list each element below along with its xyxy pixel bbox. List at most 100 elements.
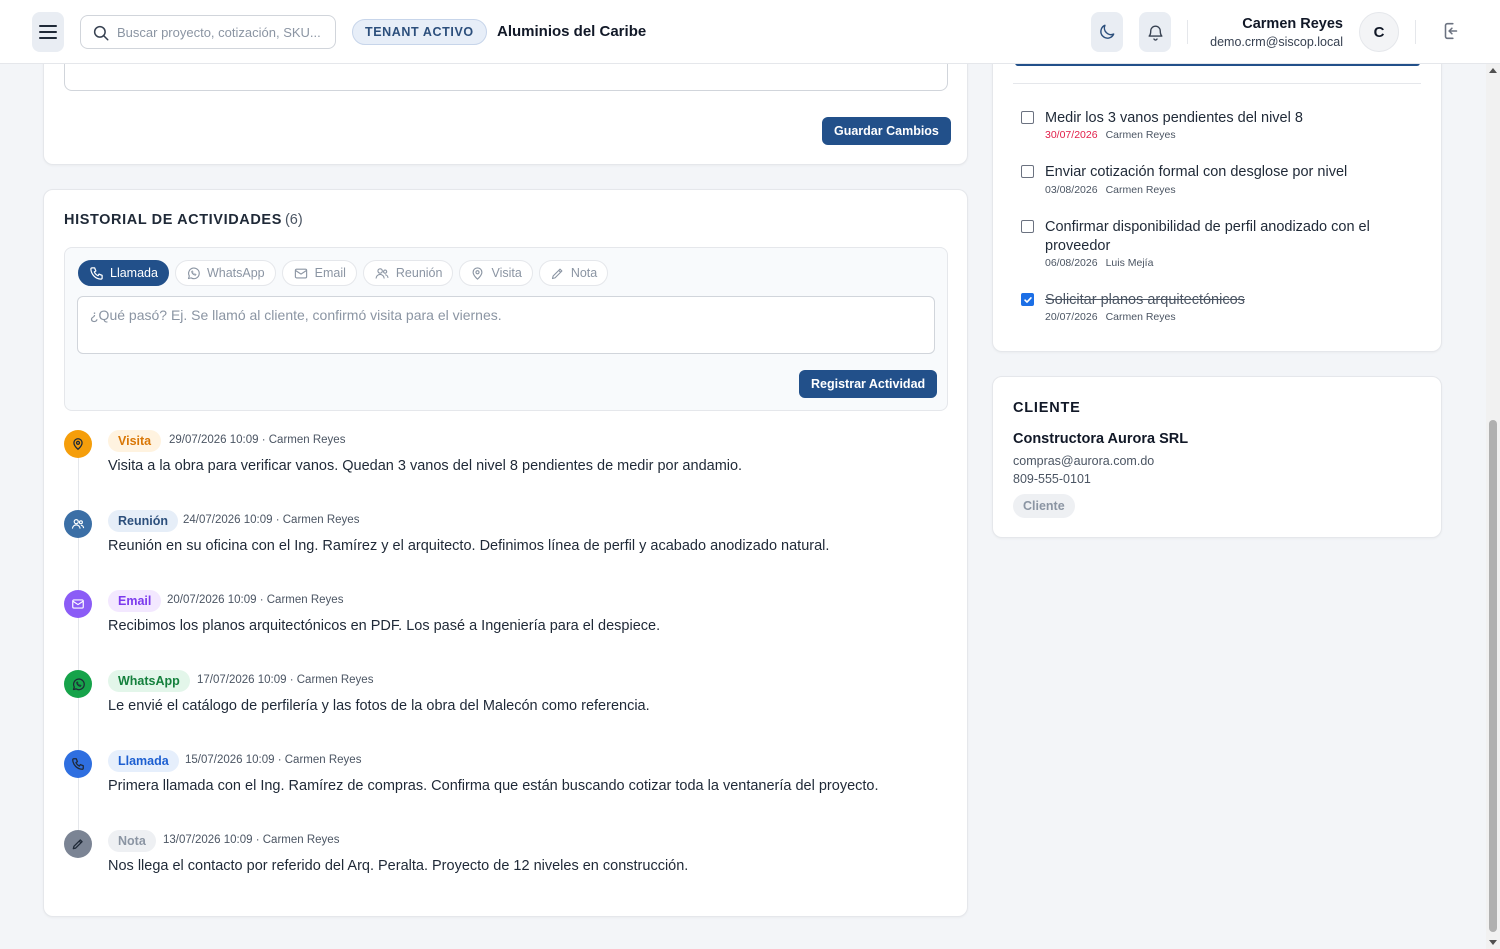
type-chip-label: WhatsApp (206, 266, 265, 280)
bell-icon (1147, 25, 1163, 41)
activity-meta: 20/07/2026 10:09 · Carmen Reyes (167, 594, 344, 606)
activity-meta: 29/07/2026 10:09 · Carmen Reyes (169, 434, 346, 446)
scroll-down-arrow-icon[interactable] (1489, 940, 1497, 945)
avatar[interactable]: C (1359, 12, 1399, 52)
activity-type-badge: Visita (108, 430, 162, 452)
task-checkbox[interactable] (1021, 220, 1034, 233)
activity-type-selector: Llamada WhatsApp Email Reunión Visita No… (78, 260, 609, 286)
client-status-badge: Cliente (1013, 494, 1075, 518)
task-owner: Carmen Reyes (1105, 311, 1176, 323)
activity-text: Recibimos los planos arquitectónicos en … (108, 618, 661, 634)
type-chip-email[interactable]: Email (281, 260, 357, 286)
search-box (80, 15, 336, 49)
menu-button[interactable] (32, 12, 64, 52)
user-name: Carmen Reyes (1242, 16, 1343, 32)
tenant-badge: TENANT ACTIVO (352, 19, 487, 45)
activity-text: Reunión en su oficina con el Ing. Ramíre… (108, 538, 830, 554)
moon-icon (1100, 24, 1115, 39)
header-divider (1187, 20, 1188, 44)
client-email: compras@aurora.com.do (1013, 454, 1155, 468)
search-input[interactable] (117, 16, 329, 48)
task-text: Solicitar planos arquitectónicos (1045, 292, 1245, 308)
type-chip-whatsapp[interactable]: WhatsApp (174, 260, 276, 286)
activity-type-badge: Email (108, 590, 162, 612)
client-card: CLIENTE Constructora Aurora SRL compras@… (992, 376, 1442, 538)
whatsapp-icon (187, 266, 200, 279)
activity-meta: 24/07/2026 10:09 · Carmen Reyes (183, 514, 360, 526)
header-divider (1415, 20, 1416, 44)
client-name[interactable]: Constructora Aurora SRL (1013, 431, 1188, 447)
activity-meta: 15/07/2026 10:09 · Carmen Reyes (185, 754, 362, 766)
phone-icon (90, 266, 103, 280)
activity-type-badge: Nota (108, 830, 156, 852)
top-bar: TENANT ACTIVO Aluminios del Caribe Carme… (0, 0, 1500, 64)
task-checkbox[interactable] (1021, 165, 1034, 178)
scroll-up-arrow-icon[interactable] (1489, 68, 1497, 73)
activity-type-badge: Reunión (108, 510, 178, 532)
type-chip-label: Visita (491, 266, 522, 280)
task-due-date: 06/08/2026 (1045, 257, 1098, 269)
client-heading: CLIENTE (1013, 400, 1081, 416)
type-chip-label: Email (314, 266, 346, 280)
task-due-date: 03/08/2026 (1045, 184, 1098, 196)
task-text: Confirmar disponibilidad de perfil anodi… (1045, 219, 1370, 254)
search-icon (93, 25, 109, 41)
tenant-name: Aluminios del Caribe (497, 23, 647, 40)
save-button[interactable]: Guardar Cambios (822, 117, 951, 145)
task-due-date: 30/07/2026 (1045, 129, 1098, 141)
activity-meta: 13/07/2026 10:09 · Carmen Reyes (163, 834, 340, 846)
task-text: Enviar cotización formal con desglose po… (1045, 164, 1348, 180)
call-dot (64, 750, 92, 778)
tasks-divider (1013, 83, 1421, 84)
history-title-text: HISTORIAL DE ACTIVIDADES (64, 212, 282, 228)
activity-type-badge: Llamada (108, 750, 179, 772)
dark-mode-toggle[interactable] (1091, 12, 1123, 52)
type-chip-visita[interactable]: Visita (459, 260, 533, 286)
task-text: Medir los 3 vanos pendientes del nivel 8 (1045, 110, 1303, 126)
map-pin-icon (473, 266, 483, 280)
task-owner: Carmen Reyes (1105, 184, 1176, 196)
activity-meta: 17/07/2026 10:09 · Carmen Reyes (197, 674, 374, 686)
register-activity-button[interactable]: Registrar Actividad (799, 370, 938, 398)
activity-composer: Llamada WhatsApp Email Reunión Visita No… (64, 247, 948, 411)
note-dot (64, 830, 92, 858)
check-icon (1023, 296, 1032, 303)
activity-text: Primera llamada con el Ing. Ramírez de c… (108, 778, 879, 794)
users-icon (71, 519, 85, 529)
history-title: HISTORIAL DE ACTIVIDADES (6) (64, 212, 303, 228)
scrollbar-thumb[interactable] (1489, 420, 1497, 932)
page-scrollbar[interactable] (1486, 64, 1500, 949)
logout-icon[interactable] (1440, 20, 1462, 42)
timeline-entry: Visita 29/07/2026 10:09 · Carmen Reyes V… (64, 430, 944, 490)
activity-text: Le envié el catálogo de perfilería y las… (108, 698, 650, 714)
whatsapp-dot (64, 670, 92, 698)
task-checkbox[interactable] (1021, 293, 1034, 306)
type-chip-llamada[interactable]: Llamada (78, 260, 169, 286)
user-email: demo.crm@siscop.local (1210, 35, 1343, 49)
pencil-icon (72, 839, 83, 850)
task-checkbox[interactable] (1021, 111, 1034, 124)
type-chip-reunion[interactable]: Reunión (362, 260, 454, 286)
task-meta: 20/07/2026 Carmen Reyes (1045, 311, 1176, 323)
task-meta: 06/08/2026 Luis Mejía (1045, 257, 1153, 269)
notifications-button[interactable] (1139, 12, 1171, 52)
menu-icon (39, 25, 57, 39)
activity-text: Visita a la obra para verificar vanos. Q… (108, 458, 743, 474)
meeting-dot (64, 510, 92, 538)
pencil-icon (551, 268, 563, 279)
visit-dot (64, 430, 92, 458)
phone-icon (72, 758, 84, 770)
type-chip-label: Nota (570, 266, 598, 280)
timeline-entry: Nota 13/07/2026 10:09 · Carmen Reyes Nos… (64, 830, 944, 890)
history-count: (6) (284, 212, 303, 228)
timeline-entry: Reunión 24/07/2026 10:09 · Carmen Reyes … (64, 510, 944, 570)
email-dot (64, 590, 92, 618)
mail-icon (294, 268, 307, 278)
client-phone: 809-555-0101 (1013, 472, 1091, 486)
activity-type-badge: WhatsApp (108, 670, 190, 692)
type-chip-nota[interactable]: Nota (538, 260, 609, 286)
activity-input[interactable] (77, 296, 935, 354)
task-owner: Carmen Reyes (1105, 129, 1176, 141)
map-pin-icon (73, 438, 83, 451)
type-chip-label: Llamada (110, 266, 158, 280)
